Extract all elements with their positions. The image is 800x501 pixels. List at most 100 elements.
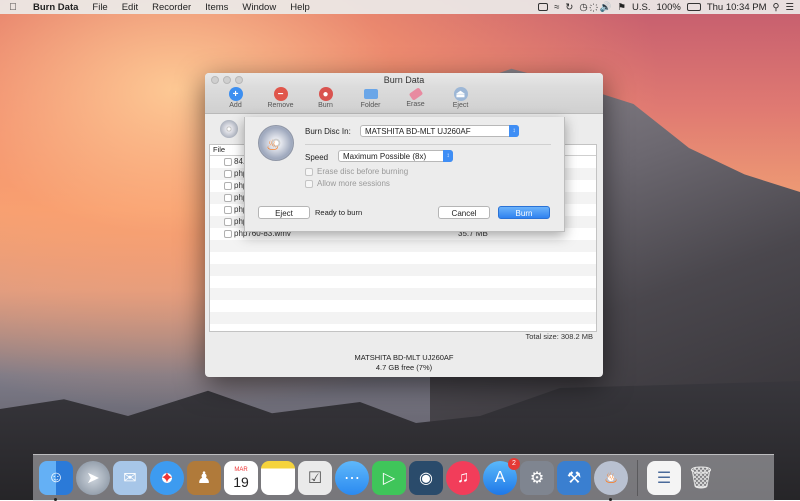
menu-window[interactable]: Window (235, 2, 283, 13)
time-machine-icon[interactable]: ◷ (579, 2, 587, 13)
battery-percent[interactable]: 100% (657, 2, 681, 13)
erase-label: Erase (406, 101, 425, 108)
menu-edit[interactable]: Edit (115, 2, 145, 13)
file-checkbox[interactable] (224, 230, 232, 238)
remove-label: Remove (267, 102, 294, 109)
folder-button[interactable]: Folder (348, 87, 393, 113)
trash-icon[interactable]: 🗑 (684, 461, 718, 495)
apple-menu-icon[interactable]:  (0, 2, 26, 13)
window-titlebar[interactable]: Burn Data (205, 73, 603, 87)
empty-row (210, 288, 596, 300)
menu-clock[interactable]: Thu 10:34 PM (707, 2, 767, 13)
app-store-badge: 2 (508, 458, 520, 470)
speed-select-value: Maximum Possible (8x) (343, 152, 427, 161)
add-icon: + (228, 87, 243, 101)
toolbar: + Add − Remove ● Burn Folder Erase ⏏ Eje… (205, 87, 603, 114)
add-button[interactable]: + Add (213, 87, 258, 113)
eject-button[interactable]: Eject (258, 206, 310, 219)
allow-sessions-checkbox[interactable] (305, 179, 313, 188)
speed-label: Speed (305, 153, 329, 162)
menu-recorder[interactable]: Recorder (145, 2, 198, 13)
wifi-icon[interactable]: ≈ (554, 2, 559, 13)
folder-label: Folder (360, 102, 381, 109)
drive-select[interactable]: MATSHITA BD-MLT UJ260AF ↕ (360, 125, 519, 137)
empty-row (210, 276, 596, 288)
empty-row (210, 240, 596, 252)
empty-row (210, 252, 596, 264)
input-source-flag-icon[interactable]: ⚑ (618, 2, 627, 13)
volume-icon[interactable]: 🔊 (600, 2, 612, 13)
xcode-dock-icon[interactable]: ⚒ (557, 461, 591, 495)
menu-help[interactable]: Help (283, 2, 317, 13)
facetime-dock-icon[interactable]: ▷ (372, 461, 406, 495)
messages-dock-icon[interactable]: ⋯ (335, 461, 369, 495)
notes-dock-icon[interactable] (261, 461, 295, 495)
allow-sessions-label: Allow more sessions (317, 179, 390, 188)
eject-toolbar-button[interactable]: ⏏ Eject (438, 87, 483, 113)
file-checkbox[interactable] (224, 218, 232, 226)
speed-select[interactable]: Maximum Possible (8x) ↕ (338, 150, 453, 162)
notification-center-icon[interactable]: ☰ (785, 2, 794, 13)
select-arrows-icon: ↕ (509, 125, 519, 137)
file-checkbox[interactable] (224, 158, 232, 166)
contacts-dock-icon[interactable]: ♟ (187, 461, 221, 495)
eraser-icon (408, 87, 423, 101)
status-text: Ready to burn (315, 208, 363, 217)
burn-disc-in-label: Burn Disc In: (305, 127, 351, 136)
empty-row (210, 312, 596, 324)
dock: ☺ ➤ ✉ ✦ ♟ MAR 19 ☑ ⋯ ▷ ◉ ♫ A2 ⚙ ⚒ ♨ ☰ 🗑 (33, 454, 774, 501)
erase-disc-option[interactable]: Erase disc before burning (305, 167, 408, 176)
file-checkbox[interactable] (224, 194, 232, 202)
status-area: ≈ ↻ ◷ ҉ 🔊 ⚑ U.S. 100% Thu 10:34 PM ⚲ ☰ (538, 2, 800, 13)
zoom-window-button[interactable] (235, 76, 243, 84)
erase-button[interactable]: Erase (393, 87, 438, 113)
erase-disc-checkbox[interactable] (305, 167, 313, 176)
calendar-dock-icon[interactable]: MAR 19 (224, 461, 258, 495)
launchpad-dock-icon[interactable]: ➤ (76, 461, 110, 495)
system-preferences-dock-icon[interactable]: ⚙ (520, 461, 554, 495)
finder-dock-icon[interactable]: ☺ (39, 461, 73, 501)
close-window-button[interactable] (211, 76, 219, 84)
allow-sessions-option[interactable]: Allow more sessions (305, 179, 390, 188)
sync-icon[interactable]: ↻ (565, 2, 573, 13)
minimize-window-button[interactable] (223, 76, 231, 84)
flame-icon: ♨ (266, 137, 280, 154)
add-label: Add (229, 102, 242, 109)
file-checkbox[interactable] (224, 170, 232, 178)
burn-toolbar-button[interactable]: ● Burn (303, 87, 348, 113)
cancel-button[interactable]: Cancel (438, 206, 490, 219)
itunes-dock-icon[interactable]: ♫ (446, 461, 480, 495)
safari-dock-icon[interactable]: ✦ (150, 461, 184, 495)
battery-icon[interactable] (686, 3, 701, 11)
folder-icon (363, 89, 378, 99)
file-checkbox[interactable] (224, 182, 232, 190)
spotlight-icon[interactable]: ⚲ (773, 2, 780, 13)
window-controls (211, 76, 243, 84)
drive-info: MATSHITA BD-MLT UJ260AF 4.7 GB free (7%) (205, 348, 603, 377)
calendar-day: 19 (233, 474, 249, 490)
burn-icon: ● (318, 87, 333, 101)
mail-stamp-dock-icon[interactable]: ✉ (113, 461, 147, 495)
downloads-stack-icon[interactable]: ☰ (647, 461, 681, 495)
eject-icon: ⏏ (453, 87, 468, 101)
burn-app-dock-icon[interactable]: ♨ (594, 461, 628, 501)
screen-recorder-icon[interactable] (538, 3, 549, 11)
menu-app-name[interactable]: Burn Data (26, 2, 85, 13)
input-source-label[interactable]: U.S. (632, 2, 650, 13)
calendar-month: MAR (234, 467, 248, 473)
eject-toolbar-label: Eject (452, 102, 469, 109)
menu-items[interactable]: Items (198, 2, 235, 13)
erase-disc-label: Erase disc before burning (317, 167, 409, 176)
select-arrows-icon: ↕ (443, 150, 453, 162)
photo-booth-dock-icon[interactable]: ◉ (409, 461, 443, 495)
burn-sheet: ♨ Burn Disc In: MATSHITA BD-MLT UJ260AF … (244, 117, 565, 232)
menu-file[interactable]: File (85, 2, 114, 13)
remove-button[interactable]: − Remove (258, 87, 303, 113)
sheet-divider (305, 144, 551, 145)
app-store-dock-icon[interactable]: A2 (483, 458, 520, 495)
file-checkbox[interactable] (224, 206, 232, 214)
burn-button[interactable]: Burn (498, 206, 550, 219)
empty-row (210, 300, 596, 312)
reminders-dock-icon[interactable]: ☑ (298, 461, 332, 495)
drive-select-value: MATSHITA BD-MLT UJ260AF (365, 127, 471, 136)
